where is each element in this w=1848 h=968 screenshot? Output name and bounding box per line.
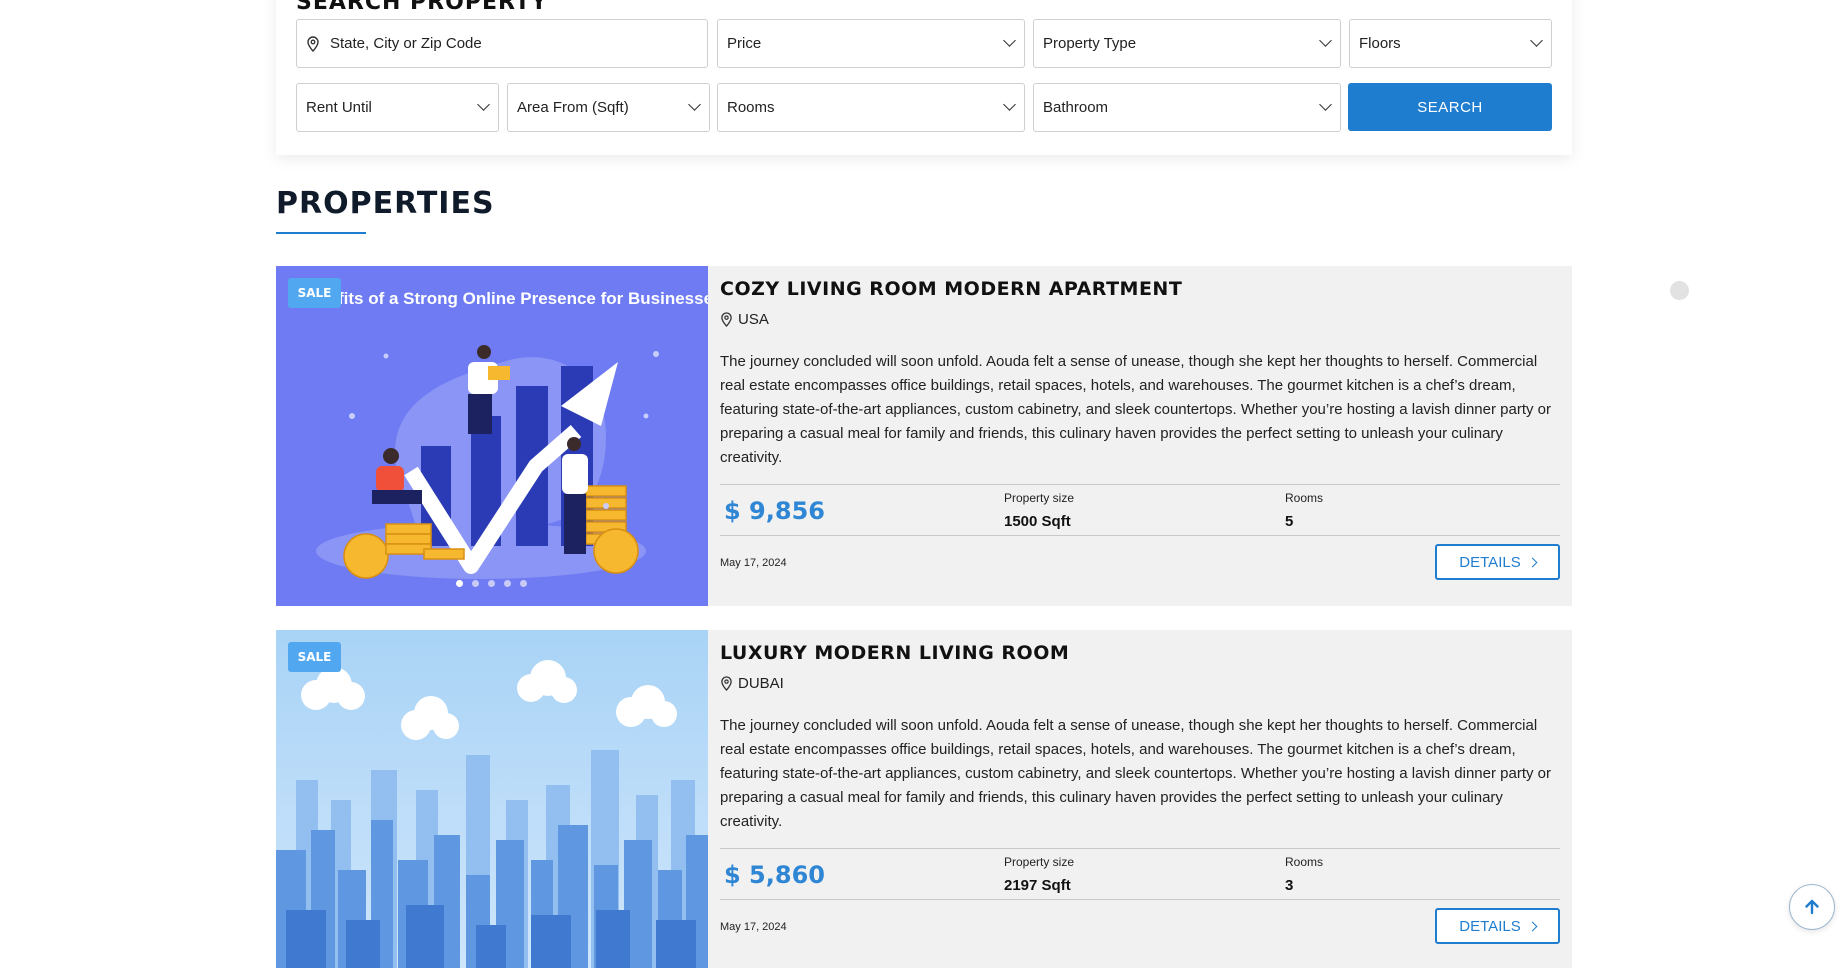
property-location: USA — [720, 311, 769, 328]
carousel-dots — [456, 580, 527, 587]
area-from-select[interactable]: Area From (Sqft) — [507, 83, 710, 132]
property-description: The journey concluded will soon unfold. … — [720, 353, 1551, 466]
location-pin-icon — [307, 35, 319, 52]
price-select-label: Price — [727, 35, 762, 52]
property-price: $ 5,860 — [724, 861, 825, 889]
property-rooms-label: Rooms — [1285, 491, 1324, 505]
property-price: $ 9,856 — [724, 497, 825, 525]
floating-indicator-dot — [1670, 281, 1689, 300]
chevron-right-icon — [1527, 921, 1538, 931]
property-size-label: Property size — [1004, 491, 1075, 505]
chevron-down-icon — [1003, 34, 1016, 47]
search-button[interactable]: SEARCH — [1348, 83, 1552, 131]
property-rooms: Rooms 5 — [1285, 491, 1323, 530]
property-title[interactable]: COZY LIVING ROOM MODERN APARTMENT — [720, 278, 1182, 300]
property-size-label: Property size — [1004, 855, 1075, 869]
property-size-value: 2197 Sqft — [1004, 877, 1071, 894]
property-stats: $ 9,856 Property size 1500 Sqft Rooms 5 — [720, 484, 1560, 536]
location-pin-icon — [721, 676, 732, 691]
location-input[interactable]: State, City or Zip Code — [296, 19, 708, 68]
property-stats: $ 5,860 Property size 2197 Sqft Rooms 3 — [720, 848, 1560, 900]
details-button-label: DETAILS — [1459, 917, 1521, 935]
chevron-right-icon — [1527, 557, 1538, 567]
sale-badge: SALE — [288, 642, 341, 672]
carousel-dot[interactable] — [472, 580, 479, 587]
property-type-select[interactable]: Property Type — [1033, 19, 1341, 68]
chevron-down-icon — [1319, 98, 1332, 111]
location-text: DUBAI — [738, 675, 784, 692]
property-card: fits of a Strong Online Presence for Bus… — [276, 266, 1572, 606]
chevron-down-icon — [1530, 34, 1543, 47]
area-from-select-label: Area From (Sqft) — [517, 99, 629, 116]
price-select[interactable]: Price — [717, 19, 1025, 68]
property-rooms-label: Rooms — [1285, 855, 1324, 869]
property-description: The journey concluded will soon unfold. … — [720, 717, 1551, 830]
rooms-select-label: Rooms — [727, 99, 775, 116]
property-details: LUXURY MODERN LIVING ROOM DUBAI The jour… — [720, 630, 1560, 968]
property-size: Property size 2197 Sqft — [1004, 855, 1074, 894]
property-rooms: Rooms 3 — [1285, 855, 1323, 894]
search-title: SEARCH PROPERTY — [296, 0, 548, 15]
property-rooms-value: 3 — [1285, 877, 1294, 894]
rent-until-select[interactable]: Rent Until — [296, 83, 499, 132]
marketing-illustration: fits of a Strong Online Presence for Bus… — [276, 266, 708, 606]
property-date: May 17, 2024 — [720, 921, 787, 933]
property-card: SALE LUXURY MODERN LIVING ROOM DUBAI The… — [276, 630, 1572, 968]
section-title: PROPERTIES — [276, 186, 495, 221]
property-title[interactable]: LUXURY MODERN LIVING ROOM — [720, 642, 1069, 664]
section-underline — [276, 232, 366, 234]
property-size-value: 1500 Sqft — [1004, 513, 1071, 530]
carousel-dot[interactable] — [456, 580, 463, 587]
property-type-select-label: Property Type — [1043, 35, 1137, 52]
carousel-dot[interactable] — [504, 580, 511, 587]
property-image[interactable]: fits of a Strong Online Presence for Bus… — [276, 266, 708, 606]
scroll-to-top-button[interactable] — [1789, 884, 1835, 930]
chevron-down-icon — [1319, 34, 1332, 47]
sale-badge: SALE — [288, 278, 341, 308]
details-button[interactable]: DETAILS — [1435, 544, 1560, 580]
image-caption: fits of a Strong Online Presence for Bus… — [338, 289, 708, 308]
floors-select[interactable]: Floors — [1349, 19, 1552, 68]
property-location: DUBAI — [720, 675, 784, 692]
bathroom-select[interactable]: Bathroom — [1033, 83, 1341, 132]
search-panel: SEARCH PROPERTY State, City or Zip Code … — [276, 0, 1572, 155]
rent-until-select-label: Rent Until — [306, 99, 372, 116]
location-text: USA — [738, 311, 769, 328]
chevron-down-icon — [688, 98, 701, 111]
property-size: Property size 1500 Sqft — [1004, 491, 1074, 530]
details-button[interactable]: DETAILS — [1435, 908, 1560, 944]
location-placeholder: State, City or Zip Code — [330, 35, 482, 52]
carousel-dot[interactable] — [520, 580, 527, 587]
carousel-dot[interactable] — [488, 580, 495, 587]
property-date: May 17, 2024 — [720, 557, 787, 569]
bathroom-select-label: Bathroom — [1043, 99, 1109, 116]
property-rooms-value: 5 — [1285, 513, 1294, 530]
arrow-up-icon — [1805, 899, 1819, 915]
chevron-down-icon — [1003, 98, 1016, 111]
chevron-down-icon — [477, 98, 490, 111]
rooms-select[interactable]: Rooms — [717, 83, 1025, 132]
property-image[interactable]: SALE — [276, 630, 708, 968]
city-skyline-illustration — [276, 630, 708, 968]
property-details: COZY LIVING ROOM MODERN APARTMENT USA Th… — [720, 266, 1560, 606]
location-pin-icon — [721, 312, 732, 327]
floors-select-label: Floors — [1359, 35, 1401, 52]
details-button-label: DETAILS — [1459, 553, 1521, 571]
page: SEARCH PROPERTY State, City or Zip Code … — [0, 0, 1848, 968]
